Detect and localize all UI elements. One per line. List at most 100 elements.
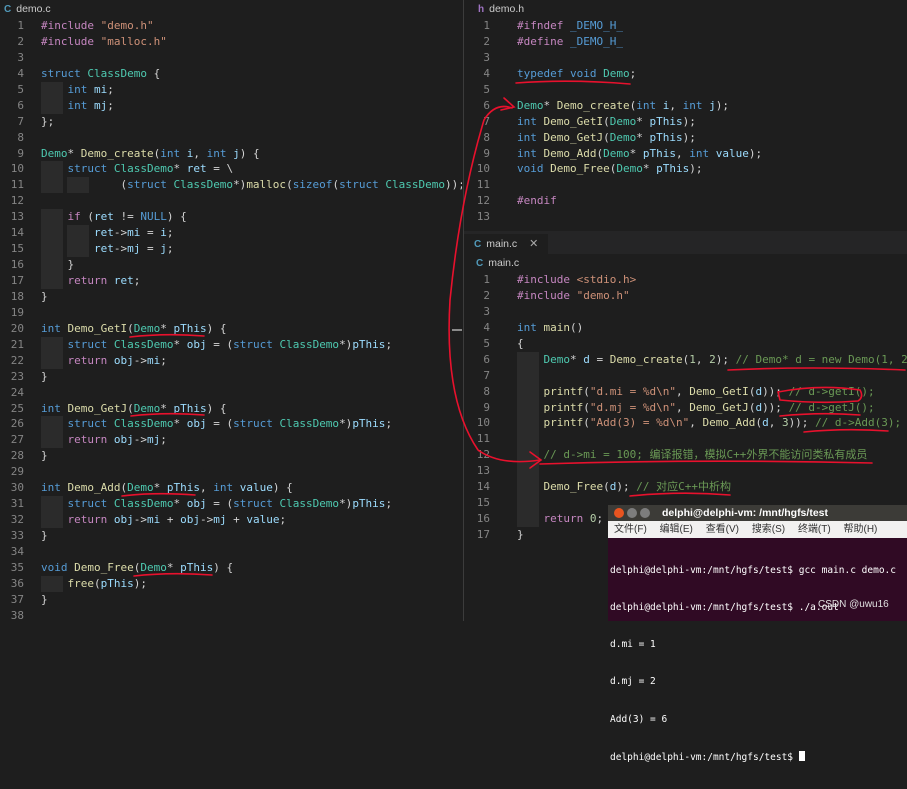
line-number: 11 xyxy=(476,432,490,446)
code-text: return ret; xyxy=(41,273,140,289)
code-token: , xyxy=(669,98,683,112)
line-number: 26 xyxy=(10,417,24,431)
line-number: 32 xyxy=(10,513,24,527)
menu-search[interactable]: 搜索(S) xyxy=(752,524,785,535)
code-token: , xyxy=(199,481,214,495)
code-token: Demo_Add xyxy=(67,481,121,495)
line-number: 14 xyxy=(10,226,24,240)
code-token: ; xyxy=(107,82,114,96)
code-token: // d->getI(); xyxy=(788,384,875,398)
line-number: 10 xyxy=(476,416,490,430)
code-token: } xyxy=(41,289,48,303)
code-token: -> xyxy=(133,353,147,367)
menu-edit[interactable]: 编辑(E) xyxy=(660,524,693,535)
menu-terminal[interactable]: 终端(T) xyxy=(798,524,831,535)
code-token: * xyxy=(543,98,557,112)
code-text: int Demo_GetJ(Demo* pThis); xyxy=(517,130,696,146)
code-area[interactable]: 1 #ifndef _DEMO_H_ 2 #define _DEMO_H_ 3 4 type… xyxy=(464,18,907,225)
code-token: 1 xyxy=(689,352,696,366)
code-token: int xyxy=(682,98,710,112)
code-token: = ( xyxy=(206,417,234,431)
terminal-output[interactable]: delphi@delphi-vm:/mnt/hgfs/test$ gcc mai… xyxy=(608,538,907,789)
code-token: int xyxy=(41,82,94,96)
code-token: struct xyxy=(339,178,386,192)
code-line: 15 ret->mj = j; xyxy=(0,241,462,258)
code-line: 20 int Demo_GetI(Demo* pThis) { xyxy=(0,321,462,337)
code-token: )); xyxy=(788,416,816,430)
code-token: ; xyxy=(107,98,114,112)
code-token: ) { xyxy=(239,146,260,160)
code-token: () xyxy=(570,320,584,334)
code-line: 16 } xyxy=(0,257,462,273)
code-token: pThis xyxy=(649,130,683,144)
tab-demo-h[interactable]: h demo.h xyxy=(478,0,524,18)
code-text: int Demo_Add(Demo* pThis, int value) { xyxy=(41,480,293,496)
code-text: int mj; xyxy=(41,98,114,114)
code-line: 13 xyxy=(464,463,907,480)
code-token: ; xyxy=(166,226,174,240)
code-token: 3 xyxy=(781,416,789,430)
code-line: 4 struct ClassDemo { xyxy=(0,66,462,82)
code-token: } xyxy=(41,592,48,606)
minimize-button[interactable] xyxy=(627,508,637,518)
code-token: = ( xyxy=(206,497,234,511)
menu-help[interactable]: 帮助(H) xyxy=(844,524,878,535)
code-text: struct ClassDemo* obj = (struct ClassDem… xyxy=(41,496,392,512)
code-text: return obj->mi + obj->mj + value; xyxy=(41,512,286,528)
line-number: 3 xyxy=(17,50,24,64)
code-text: int Demo_GetI(Demo* pThis) { xyxy=(41,321,226,337)
line-number: 29 xyxy=(10,465,24,479)
close-button[interactable] xyxy=(614,508,624,518)
code-line: 1 #ifndef _DEMO_H_ xyxy=(464,18,907,34)
code-token: ( xyxy=(93,576,101,590)
maximize-button[interactable] xyxy=(640,508,650,518)
code-line: 24 xyxy=(0,385,462,401)
code-text: printf("Add(3) = %d\n", Demo_Add(d, 3));… xyxy=(517,415,901,431)
code-text: Demo* Demo_create(int i, int j) { xyxy=(41,146,260,162)
line-number: 33 xyxy=(10,529,24,542)
code-token: ( xyxy=(603,114,610,128)
line-number: 23 xyxy=(10,369,24,383)
code-token: Demo xyxy=(133,401,161,415)
terminal-line: d.mj = 2 xyxy=(610,676,656,688)
code-text: free(pThis); xyxy=(41,576,147,592)
code-line: 2 #include "malloc.h" xyxy=(0,34,462,50)
code-token: Demo xyxy=(616,162,643,176)
line-number: 24 xyxy=(10,385,24,399)
line-number: 38 xyxy=(10,608,24,621)
line-number: 1 xyxy=(483,19,490,32)
code-text: Demo* Demo_create(int i, int j); xyxy=(517,98,729,114)
code-line: 11 (struct ClassDemo*)malloc(sizeof(stru… xyxy=(0,177,462,194)
code-text: Demo_Free(d); // 对应C++中析构 xyxy=(517,479,730,495)
code-line: 7 xyxy=(464,367,907,384)
code-token: "d.mi = %d\n" xyxy=(589,384,676,398)
code-token: ; xyxy=(279,513,287,527)
code-area[interactable]: 1 #include <stdio.h> 2 #include "demo.h" 3 4 i… xyxy=(464,272,907,543)
code-token: ( xyxy=(127,401,134,415)
code-token: pThis xyxy=(352,417,386,431)
code-token: if xyxy=(41,210,88,224)
terminal-titlebar[interactable]: delphi@delphi-vm: /mnt/hgfs/test xyxy=(608,505,907,521)
tab-demo-c[interactable]: Cdemo.c xyxy=(4,0,51,18)
code-token: // d->Add(3); xyxy=(815,416,902,430)
breadcrumb[interactable]: Cmain.c xyxy=(476,257,519,269)
code-area[interactable]: 1 #include "demo.h" 2 #include "malloc.h" 3 4… xyxy=(0,18,462,621)
code-token: ClassDemo xyxy=(113,162,174,176)
code-token: int xyxy=(41,321,68,335)
menu-view[interactable]: 查看(V) xyxy=(706,524,739,535)
code-line: 12 xyxy=(0,193,462,209)
code-token: _DEMO_H_ xyxy=(569,19,623,32)
code-token: obj xyxy=(186,497,207,511)
tab-main-c[interactable]: Cmain.c ✕ xyxy=(464,234,549,254)
line-number: 22 xyxy=(10,353,24,367)
indent-guide xyxy=(517,463,539,480)
code-text: }; xyxy=(41,114,54,130)
code-token: ret xyxy=(93,210,114,224)
menu-file[interactable]: 文件(F) xyxy=(614,524,647,535)
close-icon[interactable]: ✕ xyxy=(529,238,538,250)
code-text: struct ClassDemo* ret = \ xyxy=(41,161,233,177)
code-line: 26 struct ClassDemo* obj = (struct Class… xyxy=(0,416,462,433)
tab-bar: Cmain.c ✕ xyxy=(464,234,907,254)
code-token: mi xyxy=(93,82,108,96)
code-token: ) { xyxy=(206,401,227,415)
